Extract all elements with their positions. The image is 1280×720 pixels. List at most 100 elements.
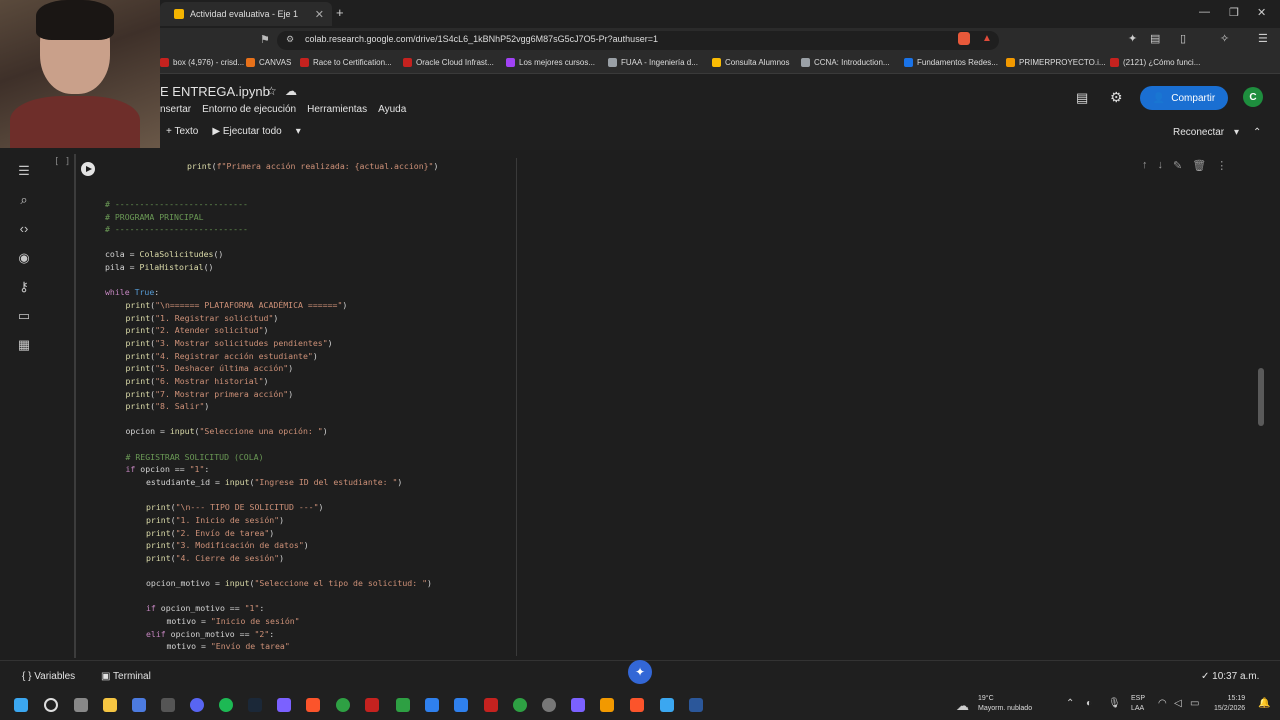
maximize-button[interactable]: ❐	[1229, 6, 1239, 19]
app-icon-11[interactable]	[660, 698, 674, 712]
code-token: "Inicio de sesión"	[210, 616, 300, 627]
bookmark-item[interactable]: CCNA: Introduction...	[801, 58, 890, 67]
bookmark-item[interactable]: Los mejores cursos...	[506, 58, 595, 67]
share-button[interactable]: 👤 Compartir	[1140, 86, 1228, 110]
vscode-icon[interactable]	[425, 698, 439, 712]
settings-gear-icon[interactable]: ⚙	[1110, 89, 1123, 106]
run-all-button[interactable]: ▶ Ejecutar todo	[212, 126, 281, 137]
app-icon-7[interactable]	[542, 698, 556, 712]
run-all-dropdown-icon[interactable]: ▾	[296, 126, 301, 137]
search-icon[interactable]: ⌕	[16, 193, 32, 207]
scrollbar-thumb[interactable]	[1258, 368, 1264, 426]
bookmark-item[interactable]: Consulta Alumnos	[712, 58, 789, 67]
star-icon[interactable]: ☆	[266, 84, 277, 98]
app-icon-10[interactable]	[630, 698, 644, 712]
code-line: cola = ColaSolicitudes()	[105, 248, 438, 261]
language-indicator[interactable]: ESP LAA	[1131, 694, 1145, 714]
menu-item[interactable]: nsertar	[160, 104, 191, 115]
menu-item[interactable]: Herramientas	[307, 104, 367, 115]
volume-icon[interactable]: ◁	[1174, 698, 1182, 709]
close-window-button[interactable]: ✕	[1257, 6, 1266, 19]
word-icon[interactable]	[689, 698, 703, 712]
brave-shield-icon[interactable]	[958, 32, 970, 45]
system-clock[interactable]: 15:19 15/2/2026	[1214, 694, 1245, 714]
variables-inspector-icon[interactable]: ◉	[16, 251, 32, 265]
code-token: print	[187, 161, 212, 171]
files-folder-icon[interactable]: ▭	[16, 309, 32, 323]
xbox-icon[interactable]	[336, 698, 350, 712]
collapse-header-icon[interactable]: ⌃	[1253, 127, 1261, 138]
spotify-icon[interactable]	[219, 698, 233, 712]
app-icon-4[interactable]	[454, 698, 468, 712]
brave-browser-icon[interactable]	[306, 698, 320, 712]
app-icon-5[interactable]	[484, 698, 498, 712]
search-taskbar-icon[interactable]	[44, 698, 58, 712]
notifications-icon[interactable]: 🔔	[1258, 698, 1270, 709]
new-tab-button[interactable]: +	[336, 5, 344, 20]
delete-trash-icon[interactable]: 🗑	[1192, 159, 1206, 172]
code-snippets-icon[interactable]: ‹›	[16, 222, 32, 236]
terminal-button[interactable]: ▣ Terminal	[101, 671, 151, 682]
table-of-contents-icon[interactable]: ☰	[16, 164, 32, 178]
tab-close-icon[interactable]: ✕	[315, 8, 324, 21]
app-icon[interactable]	[161, 698, 175, 712]
avatar[interactable]: C	[1243, 87, 1263, 107]
brave-rewards-icon[interactable]: ▲	[982, 33, 992, 44]
secrets-key-icon[interactable]: ⚷	[16, 280, 32, 294]
wifi-icon[interactable]: ◠	[1158, 698, 1167, 709]
gemini-sparkle-icon[interactable]: ✦	[628, 660, 652, 684]
menu-item[interactable]: Entorno de ejecución	[202, 104, 296, 115]
extensions-icon[interactable]: ✦	[1128, 32, 1137, 45]
bookmark-item[interactable]: FUAA - Ingeniería d...	[608, 58, 698, 67]
sidebar-toggle-icon[interactable]: ▤	[1150, 32, 1160, 45]
bookmark-item[interactable]: Race to Certification...	[300, 58, 392, 67]
discord-icon[interactable]	[190, 698, 204, 712]
more-options-icon[interactable]: ⋮	[1216, 159, 1227, 172]
bookmark-item[interactable]: PRIMERPROYECTO.i...	[1006, 58, 1106, 67]
add-text-button[interactable]: + Texto	[166, 126, 198, 137]
microphone-icon[interactable]: 🎙	[1108, 698, 1121, 709]
bookmark-item[interactable]: box (4,976) - crisd...	[160, 58, 244, 67]
run-cell-button[interactable]	[81, 162, 95, 176]
xbox-app-icon[interactable]	[396, 698, 410, 712]
code-token: "1"	[244, 603, 260, 614]
bookmark-item[interactable]: (2121) ¿Cómo funci...	[1110, 58, 1200, 67]
app-icon-3[interactable]	[365, 698, 379, 712]
data-table-icon[interactable]: ▦	[16, 338, 32, 352]
app-icon-8[interactable]	[571, 698, 585, 712]
code-token: print	[125, 300, 151, 311]
store-icon[interactable]	[132, 698, 146, 712]
move-up-icon[interactable]: ↑	[1142, 159, 1148, 172]
battery-icon[interactable]: ▭	[1190, 698, 1199, 709]
app-icon-9[interactable]	[600, 698, 614, 712]
file-explorer-icon[interactable]	[103, 698, 117, 712]
edit-pencil-icon[interactable]: ✎	[1173, 159, 1182, 172]
reconnect-button[interactable]: Reconectar	[1173, 127, 1224, 138]
bookmark-icon[interactable]: ⚑	[260, 33, 270, 46]
code-editor[interactable]: print(f"Primera acción realizada: {actua…	[105, 160, 438, 653]
menu-icon[interactable]: ☰	[1258, 32, 1268, 45]
move-down-icon[interactable]: ↓	[1158, 159, 1164, 172]
comments-icon[interactable]: ▤	[1076, 90, 1088, 106]
bookmark-item[interactable]: Fundamentos Redes...	[904, 58, 998, 67]
windows-start-icon[interactable]	[14, 698, 28, 712]
variables-button[interactable]: { } Variables	[22, 671, 75, 682]
runtime-dropdown-icon[interactable]: ▾	[1234, 127, 1239, 138]
menu-item[interactable]: Ayuda	[378, 104, 406, 115]
minimize-button[interactable]: —	[1199, 6, 1210, 18]
notebook-title[interactable]: E ENTREGA.ipynb	[160, 84, 270, 99]
app-icon-6[interactable]	[513, 698, 527, 712]
browser-tab[interactable]: Actividad evaluativa - Eje 1 ✕	[160, 2, 332, 26]
task-view-icon[interactable]	[74, 698, 88, 712]
weather-widget[interactable]: 19°C Mayorm. nublado	[978, 694, 1032, 714]
tray-chevron-icon[interactable]: ⌃	[1066, 698, 1074, 709]
leo-ai-icon[interactable]: ✧	[1220, 32, 1229, 45]
bookmark-item[interactable]: Oracle Cloud Infrast...	[403, 58, 494, 67]
bookmark-item[interactable]: CANVAS	[246, 58, 291, 67]
wallet-icon[interactable]: ▯	[1180, 32, 1186, 45]
steam-icon[interactable]	[248, 698, 262, 712]
site-info-icon[interactable]: ⚙	[286, 34, 294, 45]
tray-app-icon[interactable]: ◐	[1086, 698, 1092, 709]
app-icon-2[interactable]	[277, 698, 291, 712]
url-input[interactable]: ⚙ colab.research.google.com/drive/1S4cL6…	[277, 31, 999, 50]
